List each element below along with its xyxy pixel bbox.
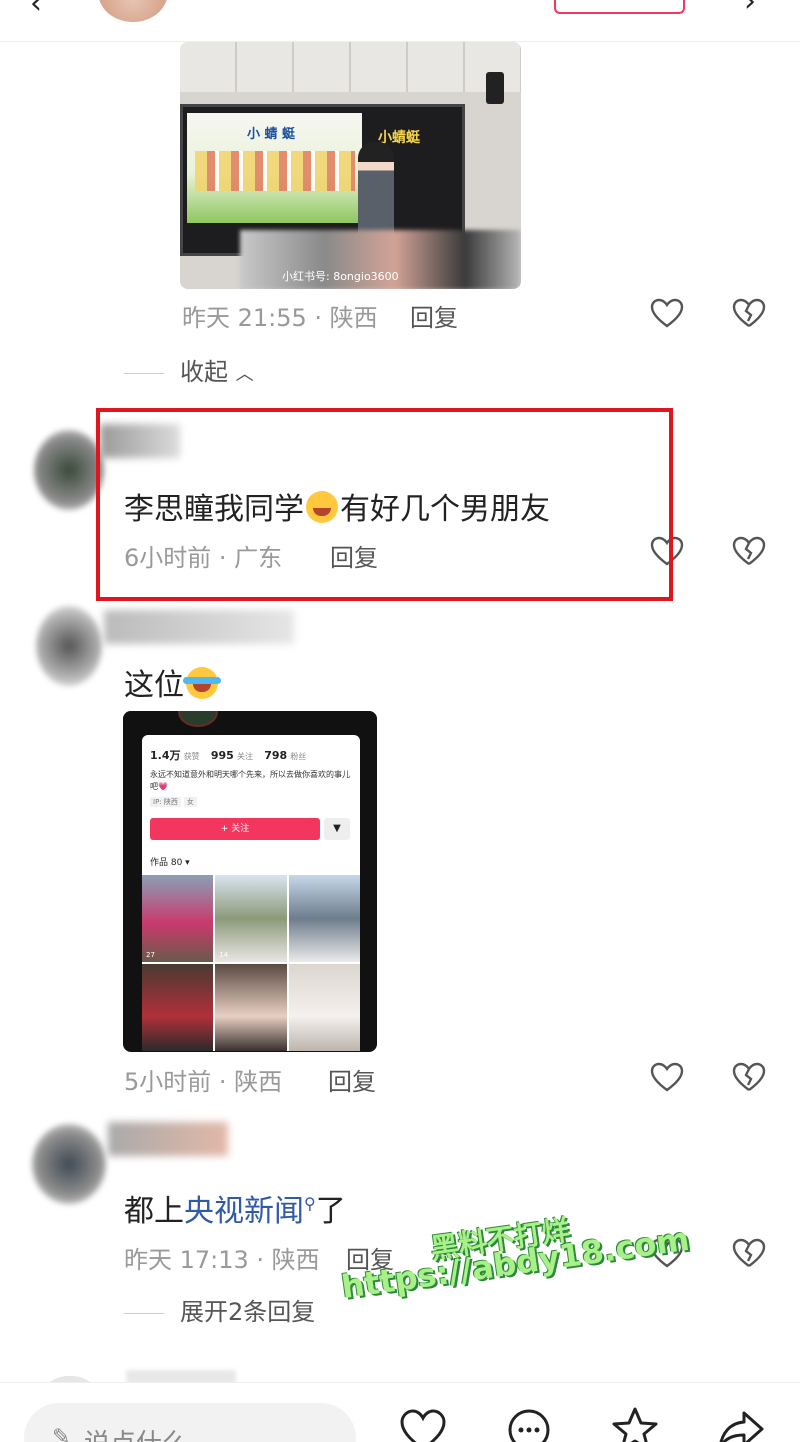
following-label: 关注 [237, 752, 254, 761]
avatar[interactable] [36, 606, 102, 686]
comment-input-placeholder: 说点什么 [84, 1423, 188, 1442]
broken-heart-icon[interactable] [732, 1238, 766, 1268]
chat-icon[interactable] [504, 1405, 554, 1442]
comment-text-part: 了 [315, 1194, 346, 1229]
expand-label: 展开2条回复 [180, 1298, 316, 1326]
image-ceiling [180, 42, 521, 92]
share-icon[interactable] [716, 1405, 766, 1442]
image-slide: 小 蜻 蜓 [187, 113, 362, 223]
work-thumb: 27 [142, 875, 214, 962]
work-thumb [215, 964, 287, 1051]
likes-label: 获赞 [183, 752, 200, 761]
heart-icon[interactable] [650, 298, 684, 328]
comment-meta: 昨天 21:55 · 陕西 [182, 304, 378, 332]
following-count: 995 [210, 749, 234, 762]
bottom-bar: ✎ 说点什么 [0, 1382, 800, 1442]
back-icon[interactable]: ‹ [30, 0, 42, 21]
username-blurred[interactable] [104, 610, 294, 644]
broken-heart-icon[interactable] [732, 1062, 766, 1092]
avatar[interactable] [98, 0, 168, 22]
heart-icon[interactable] [650, 1062, 684, 1092]
comment-image-classroom[interactable]: 小 蜻 蜓 小蜻蜓 小红书号: 8ongio3600 [180, 42, 521, 289]
collapse-replies[interactable]: 收起 ︿ [124, 352, 254, 387]
image-watermark: 小红书号: 8ongio3600 [282, 270, 399, 283]
broken-heart-icon[interactable] [732, 536, 766, 566]
likes-count: 1.4万 [150, 749, 181, 762]
slide-stairs [195, 151, 355, 191]
comment-text: 都上央视新闻⚲了 [124, 1186, 346, 1230]
follow-button[interactable] [554, 0, 685, 14]
pen-icon: ✎ [52, 1425, 71, 1442]
divider-line [124, 1312, 164, 1314]
comment-meta: 昨天 17:13 · 陕西 [124, 1246, 320, 1274]
divider-line [124, 372, 164, 374]
work-thumb [288, 964, 360, 1051]
collapse-label: 收起 [180, 358, 228, 386]
profile-card: 1.4万 获赞 995 关注 798 粉丝 永远不知道意外和明天哪个先来，所以去… [142, 735, 360, 1051]
work-thumb: 14 [215, 875, 287, 962]
comment-text-part: 这位 [124, 668, 184, 703]
profile-bio: 永远不知道意外和明天哪个先来，所以去做你喜欢的事儿吧💗 [150, 770, 350, 791]
fans-count: 798 [264, 749, 288, 762]
image-speaker [486, 72, 504, 104]
expand-replies[interactable]: 展开2条回复 [124, 1292, 315, 1327]
work-thumb [142, 964, 214, 1051]
avatar[interactable] [34, 430, 104, 510]
reply-button[interactable]: 回复 [410, 298, 458, 333]
broken-heart-icon[interactable] [732, 298, 766, 328]
more-icon[interactable]: › [744, 0, 756, 19]
work-thumb [288, 875, 360, 962]
comment-image-profile[interactable]: 1.4万 获赞 995 关注 798 粉丝 永远不知道意外和明天哪个先来，所以去… [123, 711, 377, 1052]
star-icon[interactable] [610, 1405, 660, 1442]
comment-input[interactable]: ✎ 说点什么 [24, 1403, 356, 1442]
heart-icon[interactable] [398, 1405, 448, 1442]
username-blurred[interactable] [108, 1122, 228, 1156]
profile-tags: IP: 陕西女 [150, 797, 200, 807]
top-bar: ‹ › [0, 0, 800, 42]
chevron-down-icon: ▼ [324, 818, 350, 840]
work-count: 27 [146, 951, 155, 959]
profile-stats: 1.4万 获赞 995 关注 798 粉丝 [150, 747, 314, 763]
search-icon[interactable]: ⚲ [304, 1194, 316, 1213]
comment-text: 这位 [124, 660, 221, 704]
fans-label: 粉丝 [290, 752, 307, 761]
reply-button[interactable]: 回复 [328, 1062, 376, 1097]
gender-tag: 女 [183, 797, 197, 807]
avatar[interactable] [32, 1124, 106, 1204]
comment-text-part: 都上 [124, 1194, 184, 1229]
profile-follow-button: + 关注 [150, 818, 320, 840]
works-grid: 27 14 [142, 875, 360, 1051]
works-label: 作品 80 ▾ [150, 858, 190, 868]
slide-title: 小 蜻 蜓 [247, 127, 296, 142]
work-count: 14 [219, 951, 229, 959]
crying-emoji-icon [183, 667, 221, 699]
highlight-box [96, 408, 673, 601]
avatar [178, 711, 218, 727]
chevron-up-icon: ︿ [235, 364, 254, 385]
search-link[interactable]: 央视新闻 [184, 1194, 304, 1229]
comment-meta: 5小时前 · 陕西 [124, 1068, 283, 1096]
profile-top-bg [123, 711, 377, 735]
ip-tag: IP: 陕西 [150, 797, 181, 807]
